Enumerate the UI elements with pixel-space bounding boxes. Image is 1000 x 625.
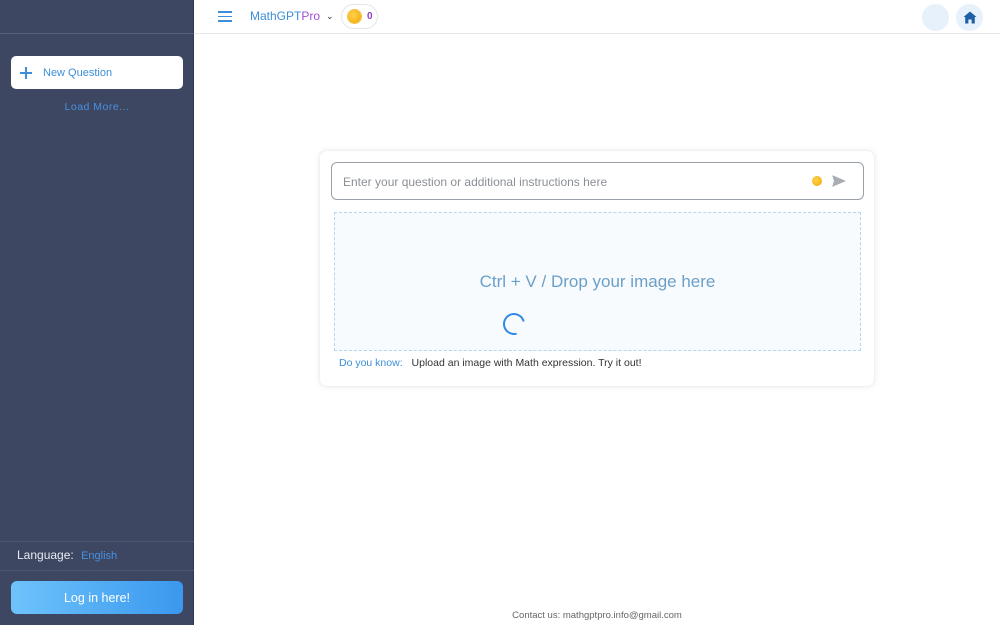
question-input-box xyxy=(331,162,864,201)
contact-footer: Contact us: mathgptpro.info@gmail.com xyxy=(512,610,682,621)
tip-text: Upload an image with Math expression. Tr… xyxy=(411,357,642,369)
sidebar-divider xyxy=(0,541,194,542)
load-more-link[interactable]: Load More... xyxy=(0,101,194,113)
language-label: Language: xyxy=(17,548,74,562)
language-selector[interactable]: English xyxy=(81,550,117,562)
send-icon[interactable] xyxy=(832,175,846,187)
chevron-down-icon: ⌄ xyxy=(326,10,334,21)
drop-zone-text: Ctrl + V / Drop your image here xyxy=(479,272,716,291)
home-button[interactable] xyxy=(956,4,983,31)
login-button[interactable]: Log in here! xyxy=(11,581,183,614)
new-question-label: New Question xyxy=(43,66,113,79)
top-bar: MathGPT Pro ⌄ 0 xyxy=(194,0,1000,34)
question-card: Ctrl + V / Drop your image here Do you k… xyxy=(319,150,875,387)
avatar[interactable] xyxy=(922,4,949,31)
new-question-button[interactable]: New Question xyxy=(11,56,183,89)
brand-suffix: Pro xyxy=(301,9,321,23)
product-selector[interactable]: MathGPT Pro ⌄ xyxy=(250,9,334,23)
tip-label: Do you know: xyxy=(339,357,403,369)
home-icon xyxy=(963,11,976,24)
coin-count: 0 xyxy=(367,11,373,22)
question-input[interactable] xyxy=(341,163,805,201)
coin-icon xyxy=(348,10,361,23)
sidebar-divider xyxy=(0,33,194,34)
tip-row: Do you know: Upload an image with Math e… xyxy=(339,357,642,369)
loading-spinner xyxy=(498,308,530,340)
coin-icon[interactable] xyxy=(812,176,822,186)
language-row: Language: English xyxy=(17,548,117,562)
sidebar-divider xyxy=(0,570,194,571)
menu-icon[interactable] xyxy=(218,11,232,22)
sidebar: New Question Load More... Language: Engl… xyxy=(0,0,194,625)
plus-icon xyxy=(19,66,33,80)
brand-name: MathGPT xyxy=(250,9,302,23)
coin-balance[interactable]: 0 xyxy=(341,4,378,29)
image-drop-zone[interactable]: Ctrl + V / Drop your image here xyxy=(334,212,861,351)
